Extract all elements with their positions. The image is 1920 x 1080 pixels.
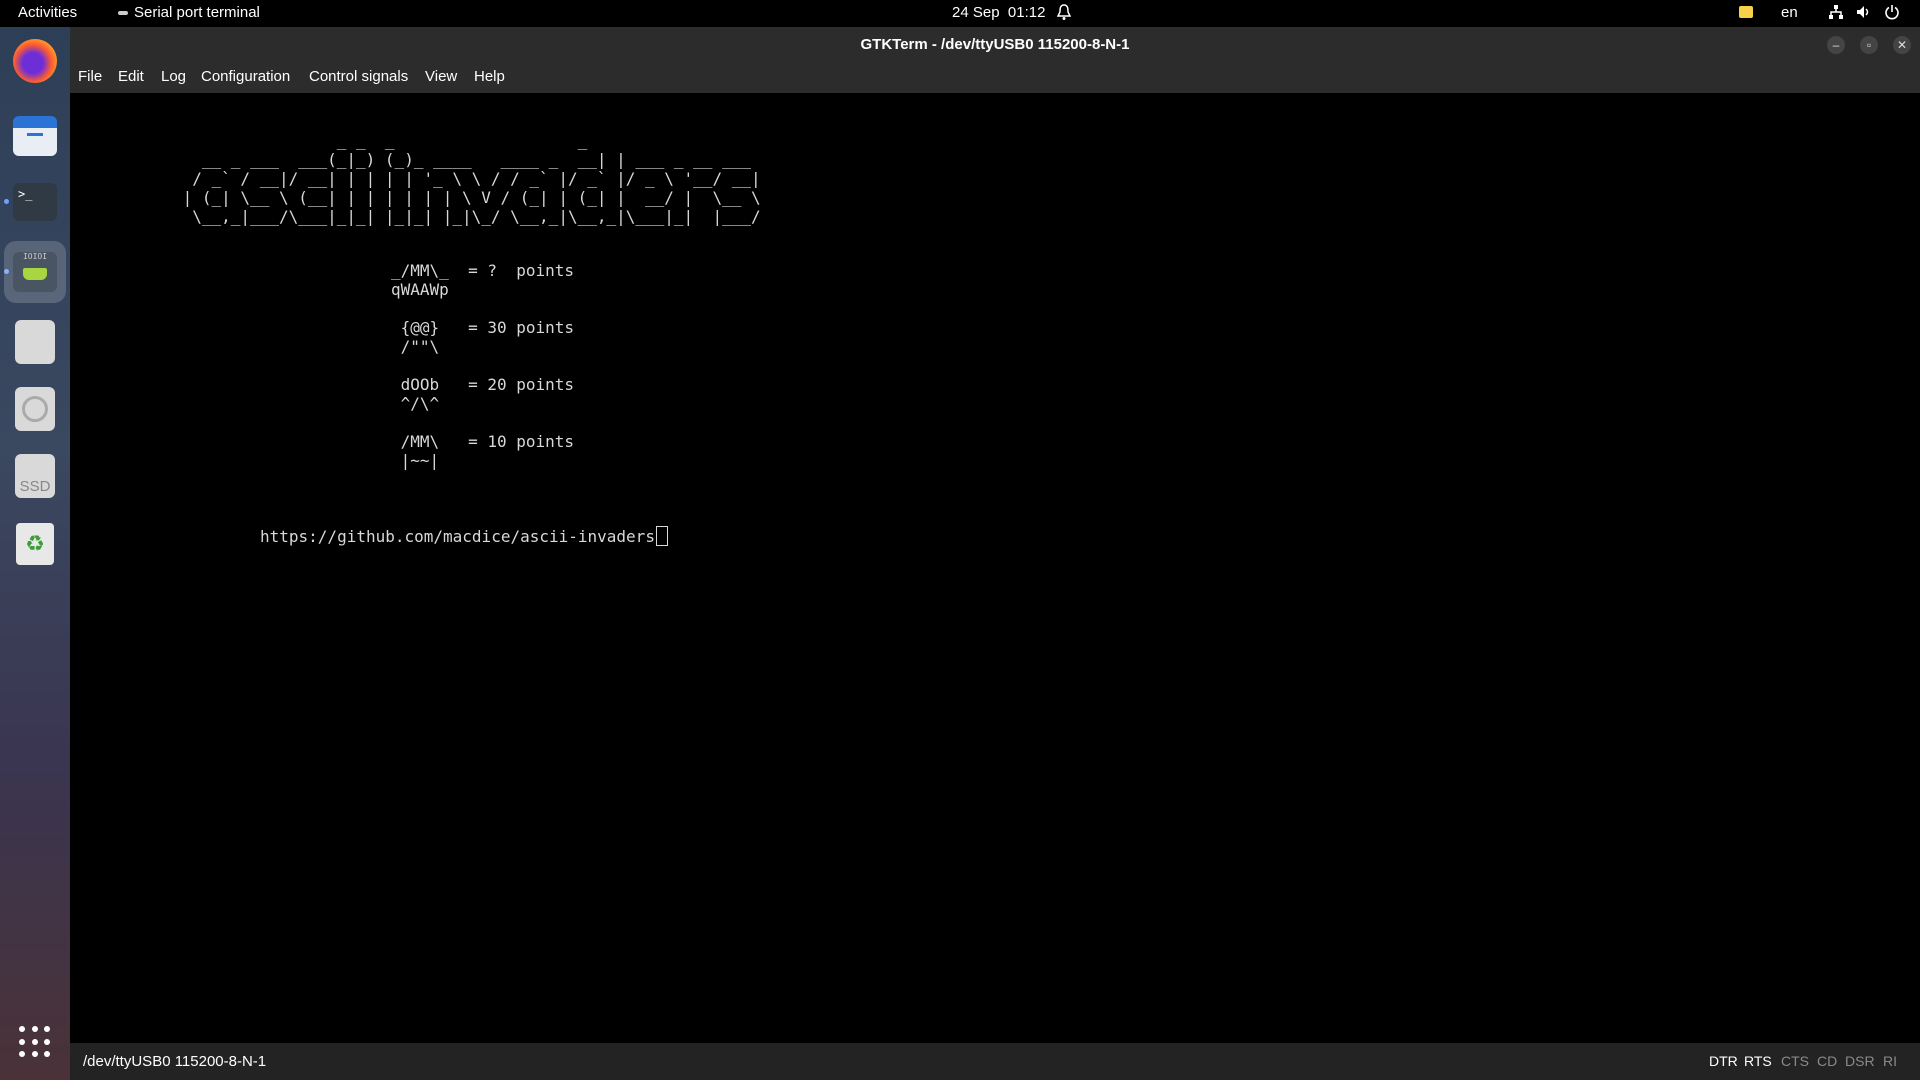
menu-log[interactable]: Log [161, 68, 186, 85]
system-tray[interactable] [1828, 4, 1900, 22]
dock-trash[interactable]: ♻ [11, 520, 59, 568]
menu-file[interactable]: File [78, 68, 102, 85]
terminal-icon: >_ [13, 183, 57, 221]
menu-view[interactable]: View [425, 68, 457, 85]
port-settings: /dev/ttyUSB0 115200-8-N-1 [83, 1053, 267, 1070]
menu-help[interactable]: Help [474, 68, 505, 85]
app-menu[interactable]: Serial port terminal [118, 4, 260, 21]
dock-cd[interactable] [11, 385, 59, 433]
language-indicator[interactable]: en [1781, 4, 1798, 21]
signal-dsr: DSR [1845, 1053, 1875, 1069]
score-table: _/MM\_ = ? points qWAAWp {@@} = 30 point… [391, 261, 575, 470]
dock-files[interactable] [11, 112, 59, 160]
time: 01:12 [1007, 4, 1046, 21]
dock-serial-terminal[interactable]: IOIOI [4, 241, 66, 303]
app-name: Serial port terminal [134, 4, 260, 21]
power-icon [1885, 5, 1899, 20]
ssd-icon: SSD [15, 454, 55, 498]
cd-icon [15, 387, 55, 431]
menu-edit[interactable]: Edit [118, 68, 144, 85]
dock-terminal[interactable]: >_ [11, 178, 59, 226]
dock: >_ IOIOI SSD ♻ [0, 27, 70, 1080]
minimize-button[interactable]: – [1827, 36, 1845, 54]
gtkterm-window: GTKTerm - /dev/ttyUSB0 115200-8-N-1 – ▫ … [70, 27, 1920, 1080]
dock-disk[interactable] [11, 318, 59, 366]
disk-icon [15, 320, 55, 364]
serial-port-icon: IOIOI [13, 252, 57, 292]
activities-button[interactable]: Activities [18, 4, 77, 21]
signal-dtr: DTR [1709, 1053, 1738, 1069]
text-cursor [655, 526, 668, 546]
show-apps-button[interactable] [11, 1018, 59, 1066]
app-indicator-icon [118, 11, 128, 16]
date: 24 Sep [952, 4, 1000, 21]
terminal-output[interactable]: _ _ _ _ __ _ ___ ___(_|_) (_)_ ____ ____… [70, 93, 1920, 1070]
signal-ri: RI [1883, 1053, 1897, 1069]
signal-cd: CD [1817, 1053, 1838, 1069]
network-icon [1829, 5, 1843, 19]
signal-rts: RTS [1744, 1053, 1772, 1069]
signal-cts: CTS [1781, 1053, 1809, 1069]
close-button[interactable]: ✕ [1893, 36, 1911, 54]
github-url: https://github.com/macdice/ascii-invader… [260, 527, 655, 546]
volume-icon [1857, 6, 1869, 18]
firefox-icon [13, 39, 57, 83]
notification-bell-icon[interactable] [1056, 3, 1072, 21]
top-bar: Activities Serial port terminal 24 Sep 0… [0, 0, 1920, 27]
maximize-button[interactable]: ▫ [1860, 36, 1878, 54]
running-indicator [4, 199, 9, 204]
window-title: GTKTerm - /dev/ttyUSB0 115200-8-N-1 [860, 36, 1130, 53]
app-grid-icon [19, 1026, 51, 1058]
title-bar[interactable]: GTKTerm - /dev/ttyUSB0 115200-8-N-1 – ▫ … [70, 27, 1920, 63]
menu-bar: File Edit Log Configuration Control sign… [70, 63, 1920, 93]
clock[interactable]: 24 Sep 01:12 [952, 4, 1045, 21]
status-bar: /dev/ttyUSB0 115200-8-N-1 DTR RTS CTS CD… [70, 1043, 1920, 1080]
trash-icon: ♻ [16, 523, 54, 565]
dock-ssd[interactable]: SSD [11, 452, 59, 500]
dock-firefox[interactable] [11, 37, 59, 85]
files-icon [13, 116, 57, 156]
url-line: https://github.com/macdice/ascii-invader… [260, 526, 668, 546]
menu-control-signals[interactable]: Control signals [309, 68, 408, 85]
sticky-notes-icon[interactable] [1739, 6, 1753, 18]
menu-configuration[interactable]: Configuration [201, 68, 290, 85]
ascii-invaders-logo: _ _ _ _ __ _ ___ ___(_|_) (_)_ ____ ____… [182, 131, 761, 226]
